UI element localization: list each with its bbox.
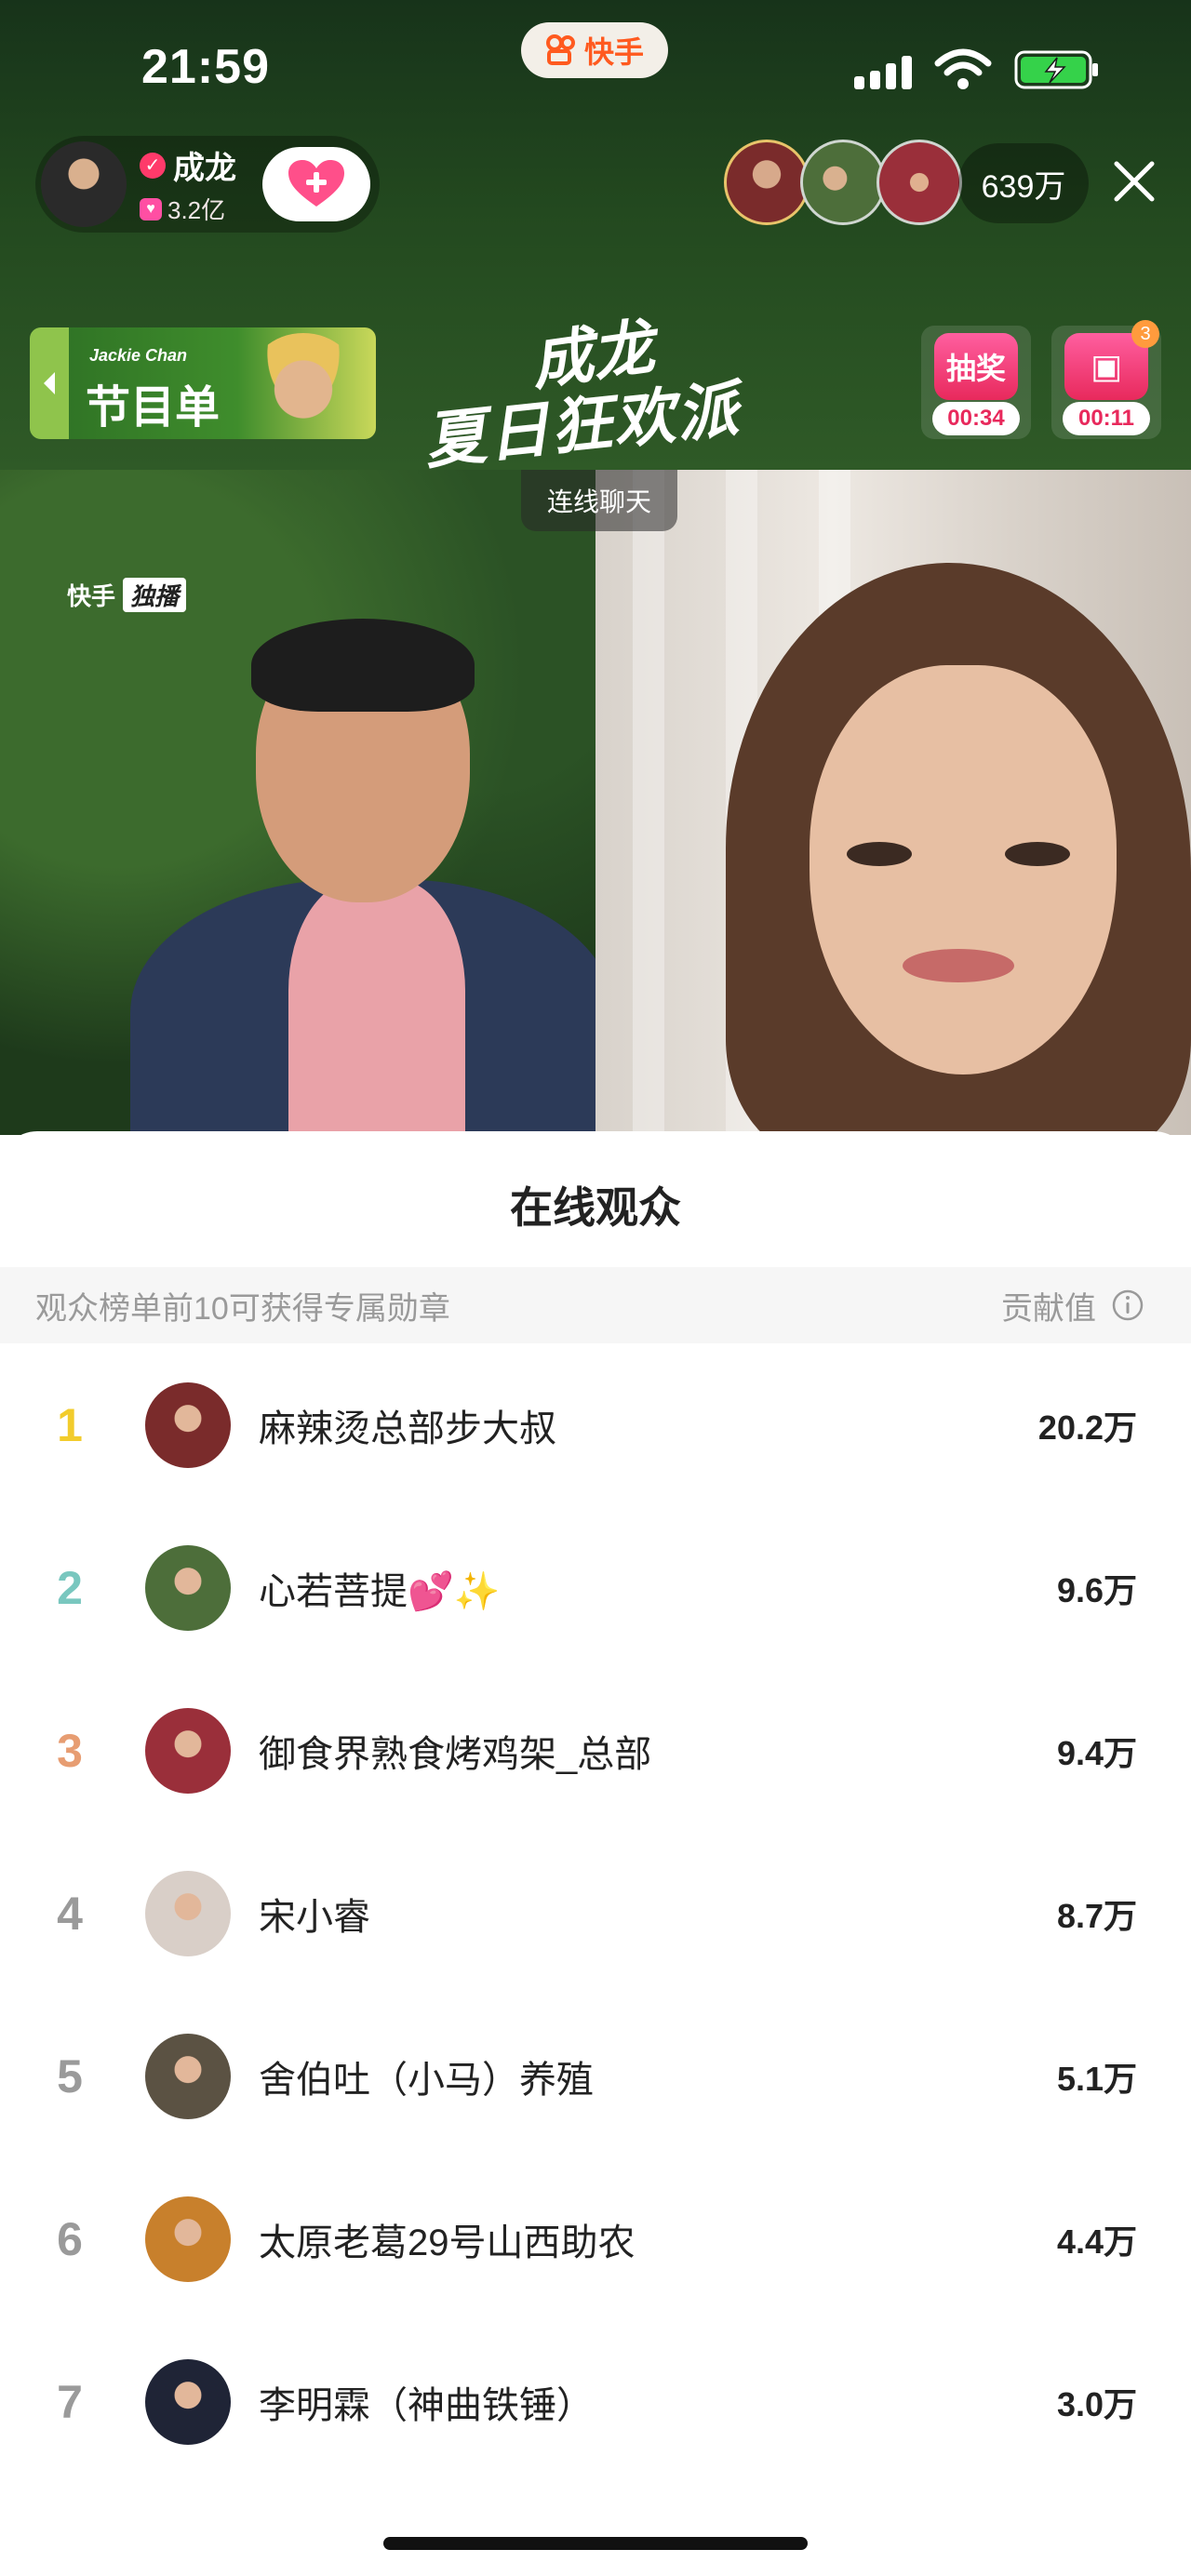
avatar[interactable] bbox=[145, 2033, 231, 2119]
list-item[interactable]: 2 心若菩提💕✨ 9.6万 bbox=[0, 1506, 1191, 1669]
red-packet-timer: 00:11 bbox=[1063, 402, 1150, 435]
rank-number: 7 bbox=[57, 2375, 83, 2428]
battery-charging-icon bbox=[1014, 50, 1098, 89]
list-item[interactable]: 3 御食界熟食烤鸡架_总部 9.4万 bbox=[0, 1669, 1191, 1832]
audience-rank-list: 1 麻辣烫总部步大叔 20.2万 2 心若菩提💕✨ 9.6万 3 御食界熟食烤鸡架_总部 9.4… bbox=[0, 1343, 1191, 2483]
like-heart-icon: ♥ bbox=[140, 197, 162, 220]
heart-plus-icon bbox=[288, 160, 344, 207]
list-item[interactable]: 4 宋小睿 8.7万 bbox=[0, 1832, 1191, 1995]
kuaishou-watermark: 快手 独播 bbox=[67, 578, 187, 612]
viewer-name: 舍伯吐（小马）养殖 bbox=[259, 2059, 594, 2101]
live-room-header: 21:59 快手 ✓ 成龙 ♥ 3.2亿 639万 Jackie Chan 节目… bbox=[0, 0, 1191, 567]
avatar[interactable] bbox=[145, 1381, 231, 1468]
wifi-icon bbox=[934, 48, 992, 89]
chevron-left-icon bbox=[30, 327, 69, 439]
viewer-count[interactable]: 639万 bbox=[958, 143, 1089, 223]
rank-number: 3 bbox=[57, 1724, 83, 1777]
list-item[interactable]: 7 李明霖（神曲铁锤） 3.0万 bbox=[0, 2320, 1191, 2483]
status-bar: 21:59 快手 bbox=[0, 0, 1191, 130]
info-icon[interactable] bbox=[1111, 1288, 1144, 1322]
list-item[interactable]: 1 麻辣烫总部步大叔 20.2万 bbox=[0, 1343, 1191, 1506]
hint-text: 观众榜单前10可获得专属勋章 bbox=[35, 1290, 450, 1327]
contribution-value: 20.2万 bbox=[1037, 1408, 1137, 1447]
contribution-value: 4.4万 bbox=[1056, 2222, 1137, 2261]
list-item[interactable]: 5 舍伯吐（小马）养殖 5.1万 bbox=[0, 1995, 1191, 2157]
anchor-likes: 3.2亿 bbox=[167, 196, 226, 224]
contribution-value: 8.7万 bbox=[1056, 1896, 1137, 1935]
value-label: 贡献值 bbox=[1001, 1290, 1096, 1327]
link-chat-tag: 连线聊天 bbox=[521, 470, 677, 531]
avatar[interactable] bbox=[145, 2358, 231, 2445]
back-to-app-button[interactable]: 快手 bbox=[521, 22, 668, 78]
program-list-banner[interactable]: Jackie Chan 节目单 bbox=[30, 327, 376, 439]
rank-number: 1 bbox=[57, 1398, 83, 1451]
viewer-name: 太原老葛29号山西助农 bbox=[259, 2222, 636, 2263]
viewer-avatar[interactable] bbox=[877, 140, 962, 225]
rank-number: 2 bbox=[57, 1561, 83, 1614]
contribution-info[interactable]: 贡献值 bbox=[1001, 1283, 1144, 1328]
viewer-name: 李明霖（神曲铁锤） bbox=[259, 2384, 594, 2426]
top-viewer-avatars[interactable] bbox=[724, 140, 962, 225]
guest-video[interactable] bbox=[596, 470, 1191, 1135]
anchor-name: 成龙 bbox=[173, 151, 236, 186]
red-packet-button[interactable]: ▣ 3 00:11 bbox=[1051, 320, 1161, 439]
host-video[interactable]: 快手 独播 bbox=[0, 470, 596, 1135]
anchor-avatar[interactable] bbox=[41, 141, 127, 227]
lottery-button[interactable]: 抽奖 00:34 bbox=[921, 326, 1031, 439]
viewer-name: 麻辣烫总部步大叔 bbox=[259, 1408, 556, 1449]
banner-image bbox=[248, 333, 359, 435]
red-packet-badge: 3 bbox=[1131, 320, 1159, 348]
contribution-value: 5.1万 bbox=[1056, 2059, 1137, 2098]
rank-number: 5 bbox=[57, 2049, 83, 2102]
lottery-icon: 抽奖 bbox=[934, 333, 1018, 400]
avatar[interactable] bbox=[145, 1870, 231, 1956]
close-icon[interactable] bbox=[1113, 160, 1156, 203]
viewer-avatar[interactable] bbox=[800, 140, 886, 225]
rank-number: 6 bbox=[57, 2212, 83, 2265]
sheet-title: 在线观众 bbox=[510, 1183, 681, 1232]
banner-title: 节目单 bbox=[86, 383, 221, 433]
avatar[interactable] bbox=[145, 1544, 231, 1631]
verified-icon: ✓ bbox=[140, 152, 166, 179]
status-time: 21:59 bbox=[141, 40, 270, 94]
avatar[interactable] bbox=[145, 1707, 231, 1794]
contribution-value: 9.6万 bbox=[1056, 1570, 1137, 1609]
viewer-name: 宋小睿 bbox=[259, 1896, 370, 1938]
kuaishou-logo-icon bbox=[545, 34, 575, 65]
viewer-name: 心若菩提💕✨ bbox=[259, 1570, 501, 1612]
app-name: 快手 bbox=[583, 35, 644, 69]
leaderboard-hint: 观众榜单前10可获得专属勋章 贡献值 bbox=[0, 1267, 1191, 1343]
contribution-value: 3.0万 bbox=[1056, 2384, 1137, 2423]
lottery-timer: 00:34 bbox=[932, 402, 1020, 435]
viewer-name: 御食界熟食烤鸡架_总部 bbox=[259, 1733, 652, 1775]
signal-icon bbox=[854, 52, 917, 89]
rank-number: 4 bbox=[57, 1887, 83, 1940]
follow-button[interactable] bbox=[262, 147, 370, 221]
banner-subtitle: Jackie Chan bbox=[89, 346, 188, 365]
event-title-logo: 成龙 夏日狂欢派对 bbox=[421, 310, 743, 567]
viewer-avatar[interactable] bbox=[724, 140, 810, 225]
anchor-info: ✓ 成龙 ♥ 3.2亿 bbox=[140, 142, 236, 226]
home-indicator[interactable] bbox=[383, 2537, 808, 2550]
contribution-value: 9.4万 bbox=[1056, 1733, 1137, 1772]
anchor-card[interactable]: ✓ 成龙 ♥ 3.2亿 bbox=[35, 136, 380, 233]
online-audience-sheet: 在线观众 观众榜单前10可获得专属勋章 贡献值 1 麻辣烫总部步大叔 20.2万 2 心… bbox=[0, 1131, 1191, 2576]
avatar[interactable] bbox=[145, 2196, 231, 2282]
list-item[interactable]: 6 太原老葛29号山西助农 4.4万 bbox=[0, 2157, 1191, 2320]
